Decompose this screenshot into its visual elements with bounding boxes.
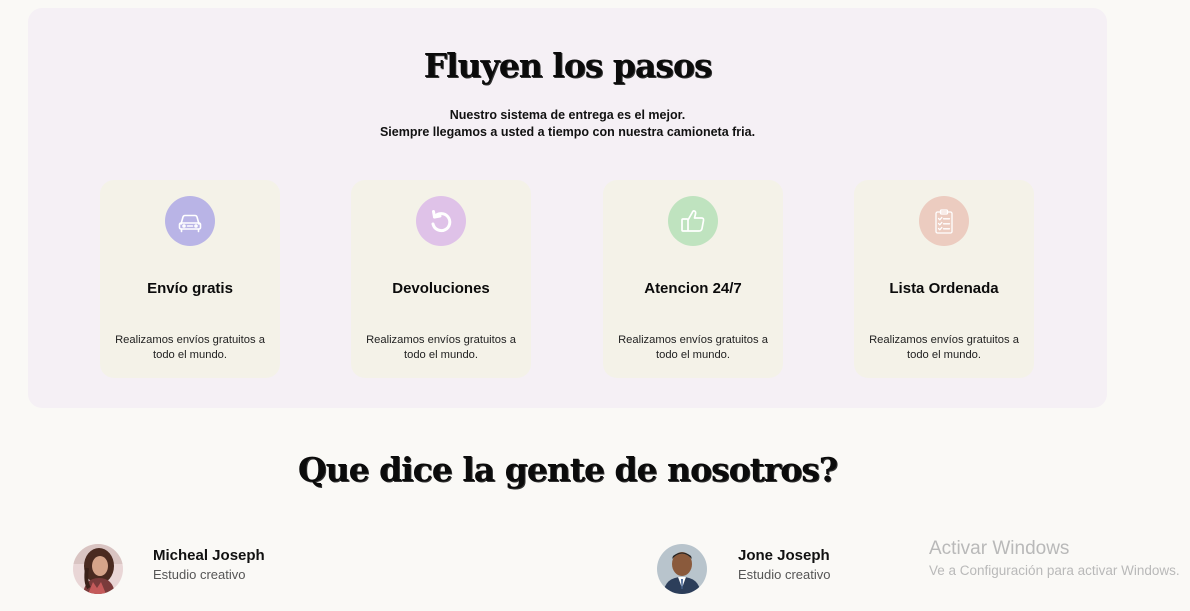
person-role: Estudio creativo — [153, 567, 246, 582]
watermark-title: Activar Windows — [929, 538, 1070, 559]
feature-card-atencion: Atencion 24/7 Realizamos envíos gratuito… — [603, 180, 783, 378]
feature-card-text: Realizamos envíos gratuitos a todo el mu… — [869, 334, 1019, 361]
person-name: Micheal Joseph — [153, 547, 265, 564]
feature-card-title: Atencion 24/7 — [644, 280, 742, 297]
thumbs-up-icon — [668, 196, 718, 246]
steps-subtitle: Nuestro sistema de entrega es el mejor. … — [28, 107, 1107, 141]
avatar — [657, 544, 707, 594]
steps-subtitle-line-1: Nuestro sistema de entrega es el mejor. — [449, 108, 686, 122]
car-icon — [165, 196, 215, 246]
feature-card-title: Envío gratis — [147, 280, 233, 297]
feature-card-title: Devoluciones — [392, 280, 490, 297]
windows-activation-watermark: Activar Windows Ve a Configuración para … — [929, 538, 1180, 578]
page: Fluyen los pasos Nuestro sistema de entr… — [0, 0, 1190, 611]
feature-card-text: Realizamos envíos gratuitos a todo el mu… — [366, 334, 516, 361]
feature-card-devoluciones: Devoluciones Realizamos envíos gratuitos… — [351, 180, 531, 378]
watermark-subtitle: Ve a Configuración para activar Windows. — [929, 563, 1180, 578]
steps-title: Fluyen los pasos — [423, 46, 713, 85]
steps-section: Fluyen los pasos Nuestro sistema de entr… — [28, 8, 1107, 408]
steps-subtitle-line-2: Siempre llegamos a usted a tiempo con nu… — [379, 125, 756, 139]
feature-card-lista-ordenada: Lista Ordenada Realizamos envíos gratuit… — [854, 180, 1034, 378]
feature-card-title: Lista Ordenada — [889, 280, 999, 297]
feature-card-text: Realizamos envíos gratuitos a todo el mu… — [115, 334, 265, 361]
feature-cards: Envío gratis Realizamos envíos gratuitos… — [100, 180, 1034, 378]
testimonials-title: Que dice la gente de nosotros? — [297, 450, 838, 489]
undo-icon — [416, 196, 466, 246]
person-name: Jone Joseph — [738, 547, 830, 564]
feature-card-text: Realizamos envíos gratuitos a todo el mu… — [618, 334, 768, 361]
person-role: Estudio creativo — [738, 567, 831, 582]
feature-card-envio-gratis: Envío gratis Realizamos envíos gratuitos… — [100, 180, 280, 378]
clipboard-list-icon — [919, 196, 969, 246]
avatar — [73, 544, 123, 594]
